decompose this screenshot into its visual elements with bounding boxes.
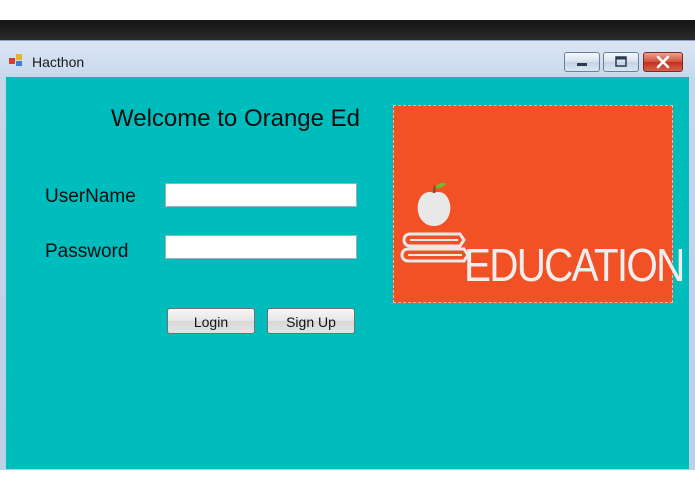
minimize-button[interactable]	[564, 52, 600, 72]
app-window: Hacthon Welcome to Orange Ed UserName Pa…	[0, 40, 695, 470]
minimize-icon	[577, 63, 587, 66]
username-label: UserName	[45, 186, 136, 207]
education-picture: EDUCATION	[393, 105, 685, 303]
maximize-button[interactable]	[603, 52, 639, 72]
title-bar[interactable]: Hacthon	[0, 41, 695, 77]
welcome-heading: Welcome to Orange Ed	[111, 105, 361, 132]
password-label: Password	[45, 241, 129, 262]
form-client-area: Welcome to Orange Ed UserName Password L…	[6, 77, 689, 469]
bottom-margin	[0, 470, 695, 494]
app-icon	[9, 54, 22, 66]
signup-button[interactable]: Sign Up	[267, 308, 355, 334]
close-icon	[656, 55, 670, 69]
username-input[interactable]	[165, 183, 357, 207]
screen-top-strip	[0, 0, 695, 40]
education-text: EDUCATION	[464, 239, 685, 291]
taskbar-edge	[0, 20, 695, 40]
close-button[interactable]	[643, 52, 683, 72]
maximize-icon	[615, 56, 627, 67]
login-button[interactable]: Login	[167, 308, 255, 334]
password-input[interactable]	[165, 235, 357, 259]
window-title: Hacthon	[32, 54, 85, 70]
